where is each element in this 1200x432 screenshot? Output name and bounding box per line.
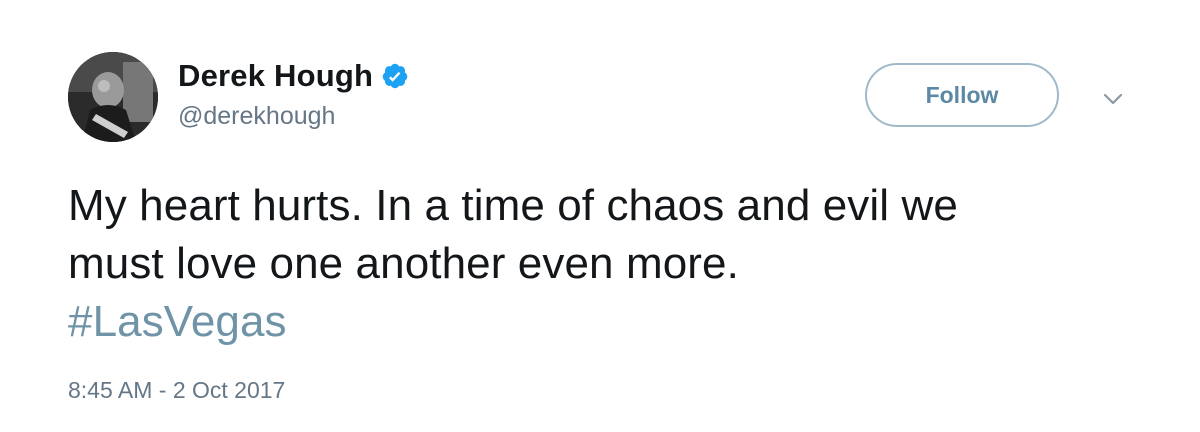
display-name[interactable]: Derek Hough: [178, 58, 373, 94]
chevron-down-icon[interactable]: [1100, 88, 1126, 110]
tweet-card: Derek Hough @derekhough Follow My heart …: [0, 0, 1200, 432]
verified-badge-icon: [381, 62, 409, 90]
tweet-text-line-1: My heart hurts. In a time of chaos and e…: [68, 181, 958, 230]
user-handle[interactable]: @derekhough: [178, 102, 335, 131]
avatar[interactable]: [68, 52, 158, 142]
tweet-text: My heart hurts. In a time of chaos and e…: [68, 177, 1168, 351]
avatar-photo: [68, 52, 158, 142]
follow-button[interactable]: Follow: [865, 63, 1059, 127]
tweet-timestamp[interactable]: 8:45 AM - 2 Oct 2017: [68, 377, 285, 404]
name-row: Derek Hough: [178, 56, 409, 96]
hashtag-link[interactable]: #LasVegas: [68, 297, 287, 346]
tweet-text-line-2: must love one another even more.: [68, 239, 739, 288]
